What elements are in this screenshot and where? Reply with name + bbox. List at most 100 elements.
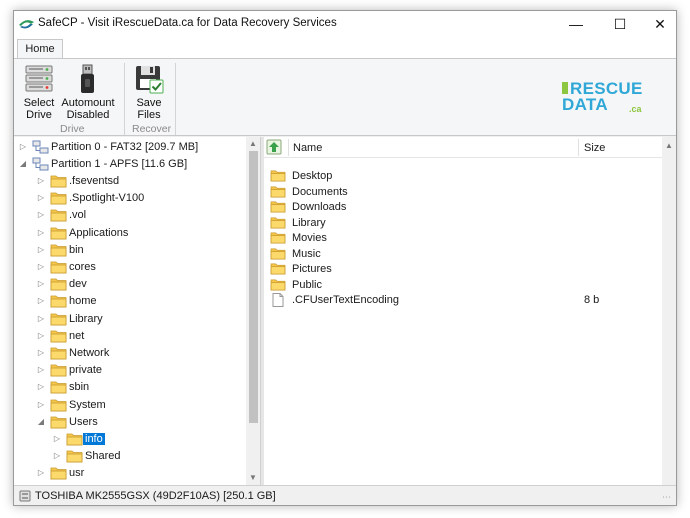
tree-item-label: Shared bbox=[85, 450, 121, 462]
ribbon-separator bbox=[124, 63, 125, 135]
tree-item-folder[interactable]: ▷ cores bbox=[14, 259, 246, 276]
automount-button[interactable]: Automount Disabled bbox=[60, 63, 116, 121]
collapse-arrow-icon[interactable]: ◢ bbox=[18, 158, 28, 170]
minimize-button[interactable]: — bbox=[554, 11, 598, 37]
folder-icon bbox=[270, 262, 286, 275]
tree-item-folder[interactable]: ▷ Applications bbox=[14, 225, 246, 242]
tree-item-folder[interactable]: ▷ sbin bbox=[14, 379, 246, 396]
select-drive-button[interactable]: Select Drive bbox=[20, 63, 58, 121]
tree-item-folder[interactable]: ▷ .vol bbox=[14, 207, 246, 224]
tree-item-folder[interactable]: ▷ bin bbox=[14, 242, 246, 259]
tree-scrollbar[interactable]: ▲ ▼ bbox=[246, 137, 260, 485]
list-item[interactable]: Movies bbox=[264, 230, 662, 246]
expand-arrow-icon[interactable]: ▷ bbox=[36, 209, 46, 221]
expand-arrow-icon[interactable]: ▷ bbox=[36, 295, 46, 307]
folder-icon bbox=[50, 380, 67, 394]
folder-icon bbox=[66, 449, 83, 463]
tree-item-folder[interactable]: ◢ Users bbox=[14, 414, 246, 431]
expand-arrow-icon[interactable]: ▷ bbox=[52, 433, 62, 445]
folder-open-icon bbox=[66, 432, 83, 446]
folder-icon bbox=[50, 208, 67, 222]
list-item[interactable]: Pictures bbox=[264, 261, 662, 277]
folder-icon bbox=[270, 278, 286, 291]
tree-item-folder[interactable]: ▷ net bbox=[14, 328, 246, 345]
list-item[interactable]: Music bbox=[264, 246, 662, 262]
column-header-size[interactable]: Size bbox=[584, 142, 605, 154]
expand-arrow-icon[interactable]: ▷ bbox=[36, 330, 46, 342]
expand-arrow-icon[interactable]: ▷ bbox=[36, 278, 46, 290]
tree-item-folder[interactable]: ▷ info bbox=[14, 431, 246, 448]
list-item-name: Library bbox=[292, 217, 326, 229]
tree-item-label: home bbox=[69, 295, 97, 307]
expand-arrow-icon[interactable]: ▷ bbox=[36, 364, 46, 376]
close-button[interactable]: ✕ bbox=[638, 11, 682, 37]
expand-arrow-icon[interactable]: ▷ bbox=[36, 347, 46, 359]
expand-arrow-icon[interactable]: ▷ bbox=[36, 467, 46, 479]
tree-item-label: Partition 1 - APFS [11.6 GB] bbox=[51, 158, 188, 170]
tree-item-folder[interactable]: ▷ .Spotlight-V100 bbox=[14, 190, 246, 207]
list-item-name: Pictures bbox=[292, 263, 332, 275]
list-item[interactable]: Downloads bbox=[264, 199, 662, 215]
tree-item-folder[interactable]: ▷ System bbox=[14, 397, 246, 414]
folder-up-icon[interactable] bbox=[266, 139, 282, 155]
expand-arrow-icon[interactable]: ▷ bbox=[52, 450, 62, 462]
list-header: Name Size bbox=[264, 137, 662, 158]
select-drive-label-1: Select bbox=[23, 97, 55, 109]
save-files-button[interactable]: Save Files bbox=[129, 63, 169, 121]
expand-arrow-icon[interactable]: ▷ bbox=[36, 313, 46, 325]
tree-item-label: usr bbox=[69, 467, 85, 479]
expand-arrow-icon[interactable]: ▷ bbox=[36, 244, 46, 256]
tree-item-folder[interactable]: ▷ private bbox=[14, 362, 246, 379]
scroll-thumb[interactable] bbox=[249, 151, 258, 423]
folder-icon bbox=[50, 312, 67, 326]
tree-item-folder[interactable]: ▷ usr bbox=[14, 465, 246, 482]
list-item[interactable]: Documents bbox=[264, 184, 662, 200]
resize-grip-icon[interactable]: ⋯ bbox=[662, 492, 674, 504]
list-item[interactable]: Public bbox=[264, 277, 662, 293]
tree-item-label: Applications bbox=[69, 227, 129, 239]
folder-icon bbox=[50, 415, 67, 429]
ribbon-separator bbox=[175, 63, 176, 135]
tree-item-folder[interactable]: ▷ Shared bbox=[14, 448, 246, 465]
folder-icon bbox=[50, 226, 67, 240]
file-list[interactable]: Name Size Desktop Documents Downloads Libra… bbox=[264, 137, 662, 485]
tree-item-folder[interactable]: ▷ home bbox=[14, 293, 246, 310]
automount-label-2: Disabled bbox=[66, 109, 110, 121]
folder-tree[interactable]: ▷ Partition 0 - FAT32 [209.7 MB] ◢ Parti… bbox=[14, 137, 260, 485]
list-item-name: Public bbox=[292, 279, 322, 291]
list-item-name: Music bbox=[292, 248, 321, 260]
floppy-save-icon bbox=[136, 66, 164, 94]
expand-arrow-icon[interactable]: ▷ bbox=[18, 141, 28, 153]
list-item[interactable]: Desktop bbox=[264, 168, 662, 184]
list-scrollbar[interactable]: ▲ bbox=[662, 137, 676, 485]
tree-item-folder[interactable]: ▷ dev bbox=[14, 276, 246, 293]
tree-item-partition-0[interactable]: ▷ Partition 0 - FAT32 [209.7 MB] bbox=[14, 139, 246, 156]
tree-item-folder[interactable]: ▷ .fseventsd bbox=[14, 173, 246, 190]
column-header-name[interactable]: Name bbox=[293, 142, 322, 154]
collapse-arrow-icon[interactable]: ◢ bbox=[36, 416, 46, 428]
expand-arrow-icon[interactable]: ▷ bbox=[36, 192, 46, 204]
list-item[interactable]: Library bbox=[264, 215, 662, 231]
tree-item-folder[interactable]: ▷ Network bbox=[14, 345, 246, 362]
tab-home[interactable]: Home bbox=[17, 39, 63, 59]
expand-arrow-icon[interactable]: ▷ bbox=[36, 261, 46, 273]
scroll-up-arrow-icon[interactable]: ▲ bbox=[246, 137, 260, 151]
maximize-button[interactable]: ☐ bbox=[598, 11, 642, 37]
save-files-label-1: Save bbox=[136, 97, 162, 109]
list-item[interactable]: .CFUserTextEncoding 8 b bbox=[264, 292, 662, 308]
title-bar: SafeCP - Visit iRescueData.ca for Data R… bbox=[14, 11, 676, 37]
tree-item-partition-1[interactable]: ◢ Partition 1 - APFS [11.6 GB] bbox=[14, 156, 246, 173]
tree-item-folder[interactable]: ▷ Library bbox=[14, 311, 246, 328]
folder-icon bbox=[270, 185, 286, 198]
tree-item-label: Network bbox=[69, 347, 110, 359]
expand-arrow-icon[interactable]: ▷ bbox=[36, 227, 46, 239]
expand-arrow-icon[interactable]: ▷ bbox=[36, 381, 46, 393]
tree-item-label: net bbox=[69, 330, 85, 342]
logo-line-2: DATA bbox=[562, 95, 608, 114]
scroll-down-arrow-icon[interactable]: ▼ bbox=[246, 471, 260, 485]
expand-arrow-icon[interactable]: ▷ bbox=[36, 175, 46, 187]
automount-label-1: Automount bbox=[61, 97, 115, 109]
expand-arrow-icon[interactable]: ▷ bbox=[36, 399, 46, 411]
folder-icon bbox=[50, 260, 67, 274]
scroll-up-arrow-icon[interactable]: ▲ bbox=[662, 139, 676, 153]
